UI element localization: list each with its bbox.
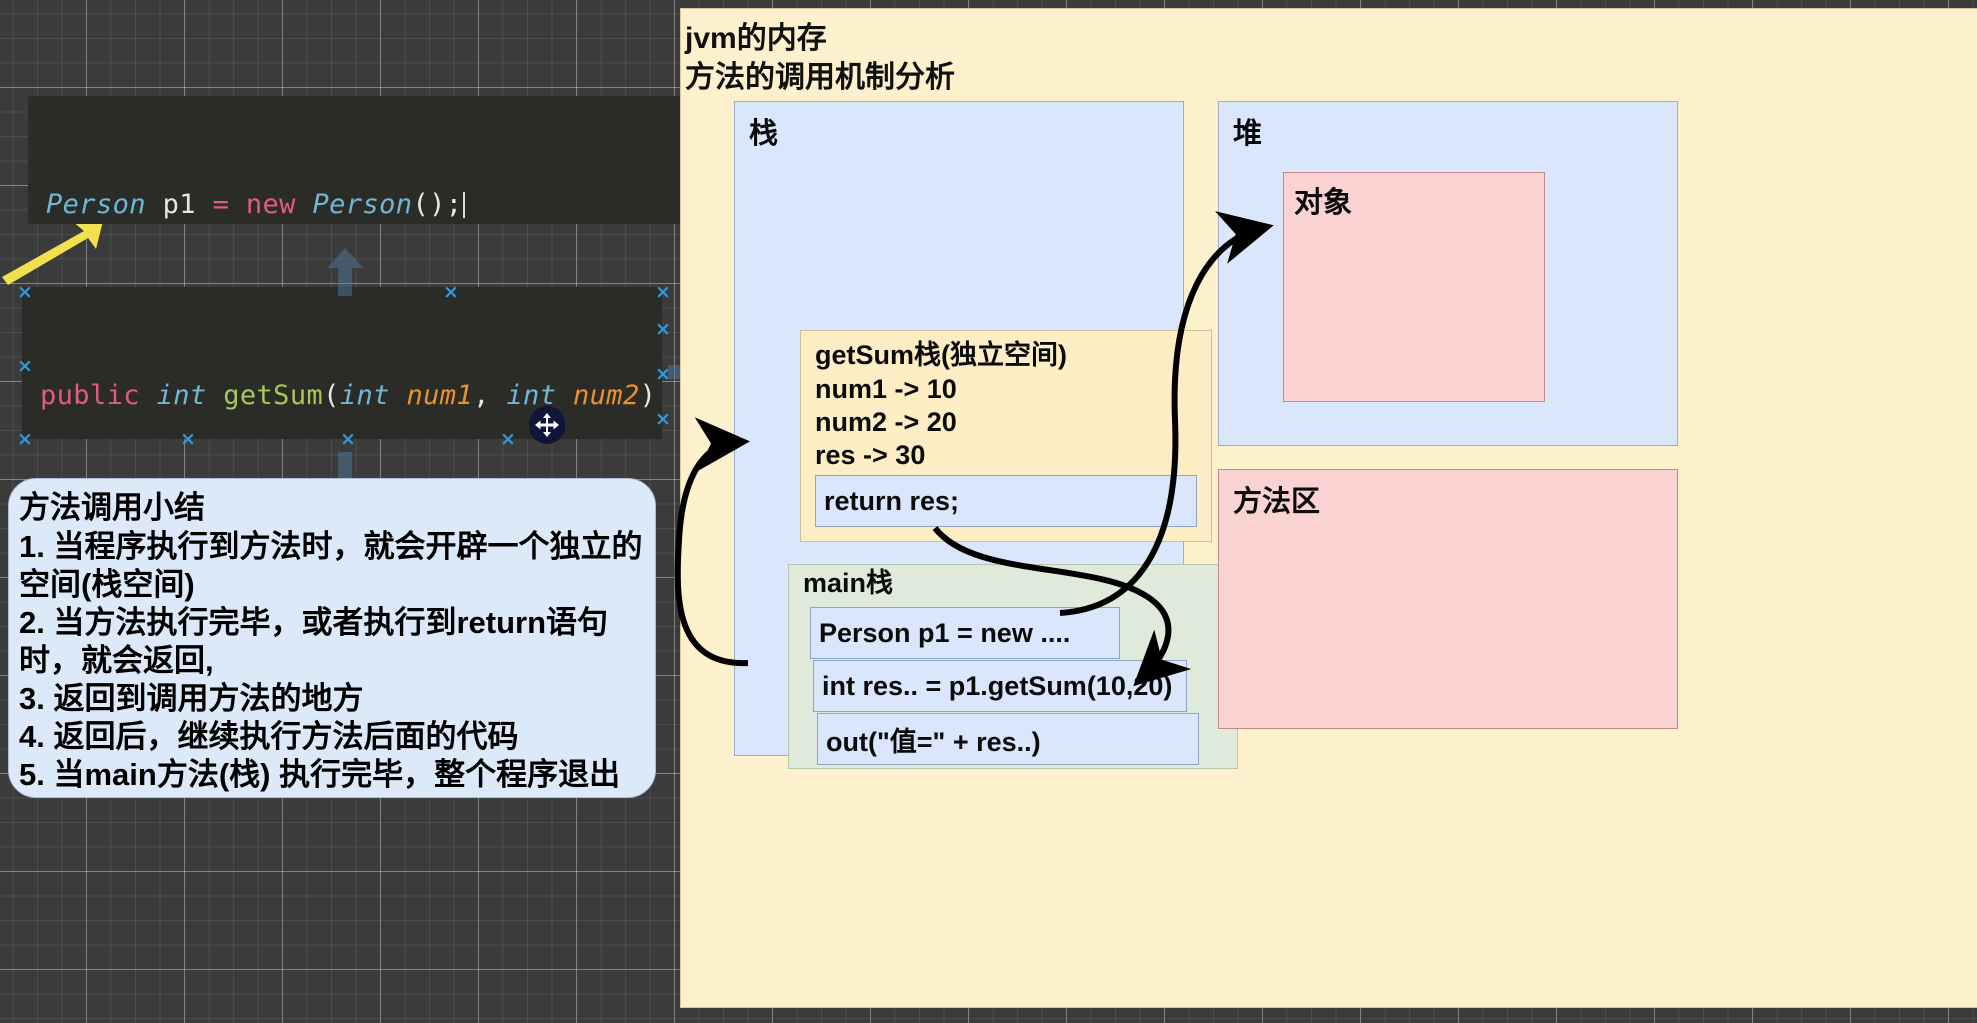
getsum-var-num1: num1 -> 10 xyxy=(815,374,957,404)
yellow-arrow-icon xyxy=(0,215,110,290)
heap-region-label: 堆 xyxy=(1233,118,1263,150)
heap-region[interactable]: 堆 对象 xyxy=(1218,101,1678,446)
selection-handle-x-icon[interactable]: × xyxy=(340,430,356,449)
summary-line: 4. 返回后，继续执行方法后面的代码 xyxy=(19,719,519,754)
main-statement-person[interactable]: Person p1 = new .... xyxy=(810,607,1120,659)
selection-handle-x-icon[interactable]: × xyxy=(17,357,33,376)
summary-line: 2. 当方法执行完毕，或者执行到return语句 xyxy=(19,605,609,640)
main-statement-getsum[interactable]: int res.. = p1.getSum(10,20) xyxy=(813,660,1187,712)
main-frame-title: main栈 xyxy=(803,568,894,598)
selection-handle-x-icon[interactable]: × xyxy=(443,283,459,302)
getsum-var-num2: num2 -> 20 xyxy=(815,407,957,437)
summary-line: 时，就会返回, xyxy=(19,643,214,678)
summary-title: 方法调用小结 xyxy=(19,490,205,525)
code-line: Person p1 = new Person(); xyxy=(46,184,696,224)
main-stack-frame[interactable]: main栈 Person p1 = new .... int res.. = p… xyxy=(788,564,1238,769)
summary-line: 空间(栈空间) xyxy=(19,567,195,602)
stack-region-label: 栈 xyxy=(749,118,779,150)
method-area-region[interactable]: 方法区 xyxy=(1218,469,1678,729)
getsum-frame-title: getSum栈(独立空间) xyxy=(815,340,1067,370)
selection-handle-x-icon[interactable]: × xyxy=(500,430,516,449)
selection-handle-x-icon[interactable]: × xyxy=(17,430,33,449)
jvm-memory-panel[interactable]: jvm的内存 方法的调用机制分析 栈 getSum栈(独立空间) num1 ->… xyxy=(680,8,1977,1008)
main-statement-out[interactable]: out("值=" + res..) xyxy=(817,713,1199,765)
summary-line: 1. 当程序执行到方法时，就会开辟一个独立的 xyxy=(19,529,643,564)
selection-handle-x-icon[interactable]: × xyxy=(655,283,671,302)
selection-handle-x-icon[interactable]: × xyxy=(180,430,196,449)
method-area-label: 方法区 xyxy=(1233,486,1321,518)
selection-handle-x-icon[interactable]: × xyxy=(655,410,671,429)
nav-arrow-up-icon[interactable] xyxy=(325,248,365,301)
return-statement-box[interactable]: return res; xyxy=(815,475,1197,527)
main-method-code[interactable]: Person p1 = new Person(); int returnRes … xyxy=(28,96,710,224)
getsum-var-res: res -> 30 xyxy=(815,440,926,470)
page-title: jvm的内存 方法的调用机制分析 xyxy=(685,22,955,94)
selection-handle-x-icon[interactable]: × xyxy=(655,320,671,339)
getsum-method-code[interactable]: public int getSum(int num1, int num2) { … xyxy=(22,287,662,439)
selection-handle-x-icon[interactable]: × xyxy=(17,283,33,302)
getsum-stack-frame[interactable]: getSum栈(独立空间) num1 -> 10 num2 -> 20 res … xyxy=(800,330,1212,542)
stack-region[interactable]: 栈 getSum栈(独立空间) num1 -> 10 num2 -> 20 re… xyxy=(734,101,1238,769)
move-cursor-icon[interactable] xyxy=(529,406,565,444)
method-call-summary-callout[interactable]: 方法调用小结 1. 当程序执行到方法时，就会开辟一个独立的 空间(栈空间) 2.… xyxy=(8,478,656,798)
heap-object-box[interactable]: 对象 xyxy=(1283,172,1545,402)
summary-line: 3. 返回到调用方法的地方 xyxy=(19,681,364,716)
summary-line: 5. 当main方法(栈) 执行完毕，整个程序退出 xyxy=(19,757,621,792)
heap-object-label: 对象 xyxy=(1294,187,1353,219)
